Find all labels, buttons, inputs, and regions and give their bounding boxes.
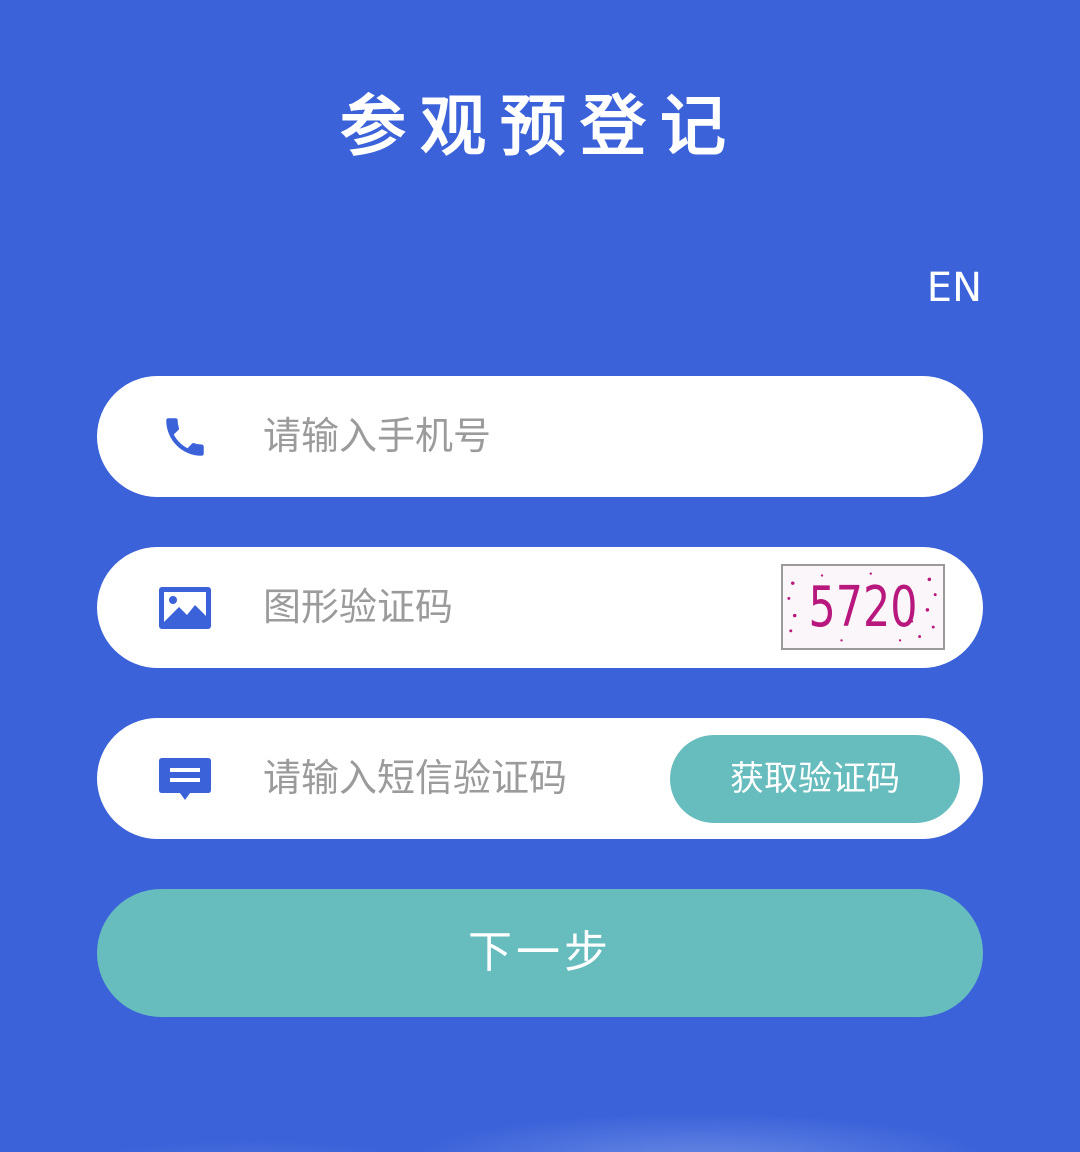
phone-field xyxy=(97,376,983,497)
phone-input[interactable] xyxy=(263,400,943,472)
message-icon xyxy=(157,754,213,804)
phone-icon xyxy=(157,412,213,462)
captcha-code: 5720 xyxy=(808,575,918,640)
captcha-field: 5720 xyxy=(97,547,983,668)
image-icon xyxy=(157,583,213,633)
background-glow xyxy=(0,1042,1080,1152)
get-code-button[interactable]: 获取验证码 xyxy=(670,735,960,823)
page-title: 参观预登记 xyxy=(340,88,740,165)
language-toggle-button[interactable]: EN xyxy=(927,262,982,314)
next-button[interactable]: 下一步 xyxy=(97,889,983,1017)
sms-code-field: 获取验证码 xyxy=(97,718,983,839)
sms-code-input[interactable] xyxy=(263,742,653,814)
captcha-input[interactable] xyxy=(263,571,763,643)
captcha-image[interactable]: 5720 xyxy=(781,564,945,650)
